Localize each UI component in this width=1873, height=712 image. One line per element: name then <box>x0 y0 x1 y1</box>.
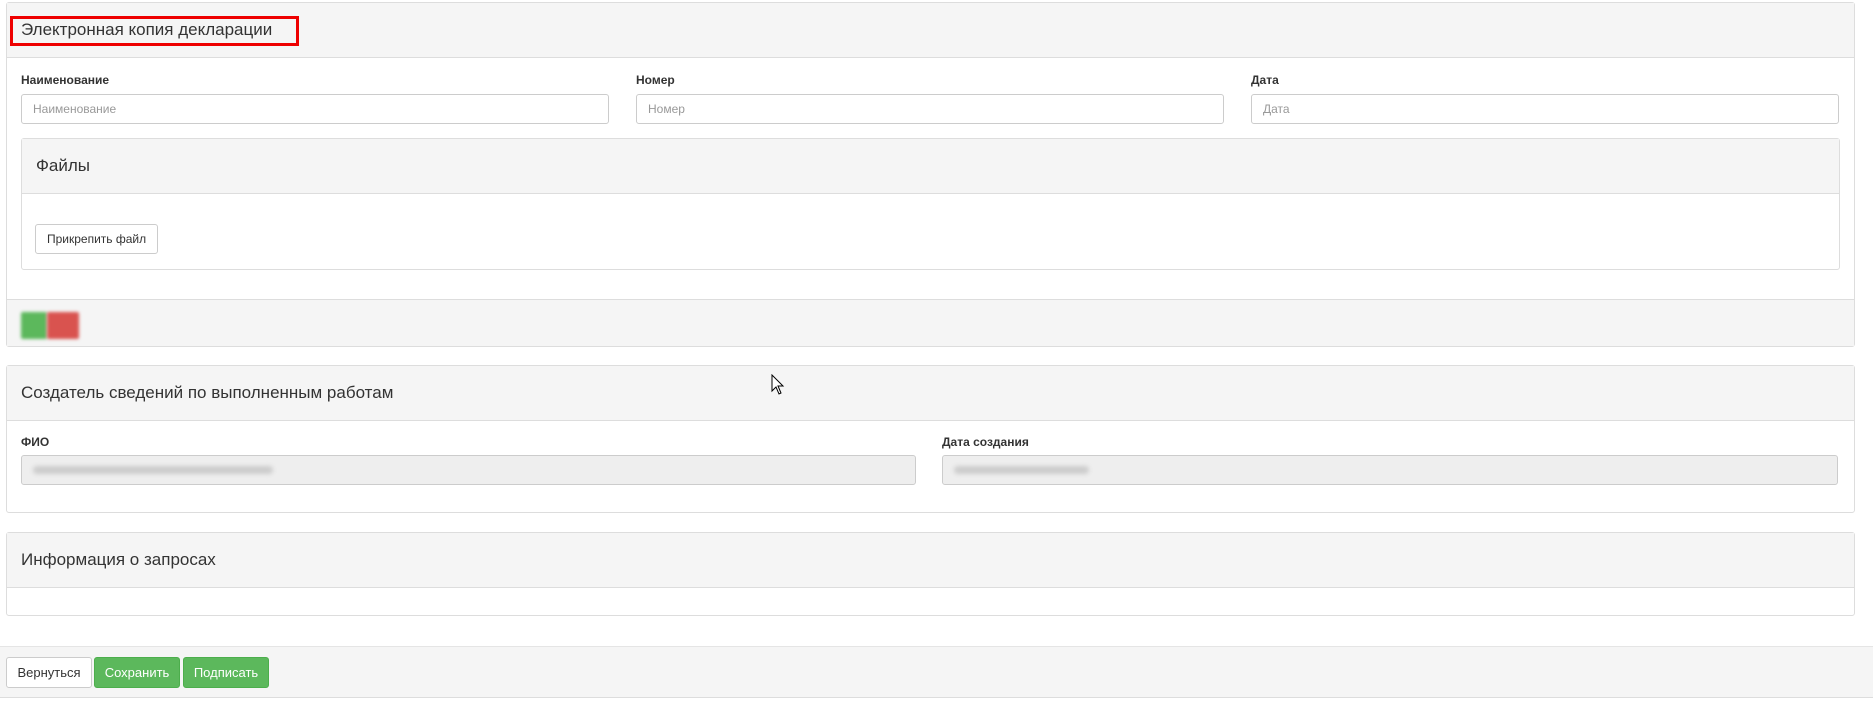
files-panel: Файлы Прикрепить файл <box>21 138 1840 270</box>
remove-button[interactable] <box>47 312 79 339</box>
requests-panel: Информация о запросах <box>6 532 1855 616</box>
save-button[interactable]: Сохранить <box>94 657 180 688</box>
created-date-label: Дата создания <box>942 435 1029 449</box>
creator-panel: Создатель сведений по выполненным работа… <box>6 365 1855 513</box>
date-label: Дата <box>1251 73 1279 87</box>
requests-title: Информация о запросах <box>21 550 216 569</box>
add-button[interactable] <box>21 312 47 339</box>
number-label: Номер <box>636 73 675 87</box>
declaration-footer <box>7 299 1854 346</box>
requests-heading: Информация о запросах <box>7 533 1854 588</box>
fio-field <box>21 455 916 485</box>
declaration-panel: Электронная копия декларации Наименовани… <box>6 2 1855 347</box>
fio-value <box>33 466 273 474</box>
title-highlight <box>10 16 299 46</box>
files-title: Файлы <box>36 156 91 175</box>
created-date-value <box>954 466 1089 474</box>
fio-label: ФИО <box>21 435 50 449</box>
attach-file-button[interactable]: Прикрепить файл <box>35 224 159 254</box>
sign-button[interactable]: Подписать <box>183 657 269 688</box>
name-input[interactable] <box>21 94 609 124</box>
creator-heading: Создатель сведений по выполненным работа… <box>7 366 1854 421</box>
back-button[interactable]: Вернуться <box>6 657 92 688</box>
creator-title: Создатель сведений по выполненным работа… <box>21 383 394 402</box>
number-input[interactable] <box>636 94 1224 124</box>
action-bar: Вернуться Сохранить Подписать <box>0 646 1873 698</box>
created-date-field <box>942 455 1838 485</box>
date-input[interactable] <box>1251 94 1839 124</box>
name-label: Наименование <box>21 73 110 87</box>
files-heading: Файлы <box>22 139 1839 194</box>
mouse-cursor-icon <box>771 374 785 395</box>
